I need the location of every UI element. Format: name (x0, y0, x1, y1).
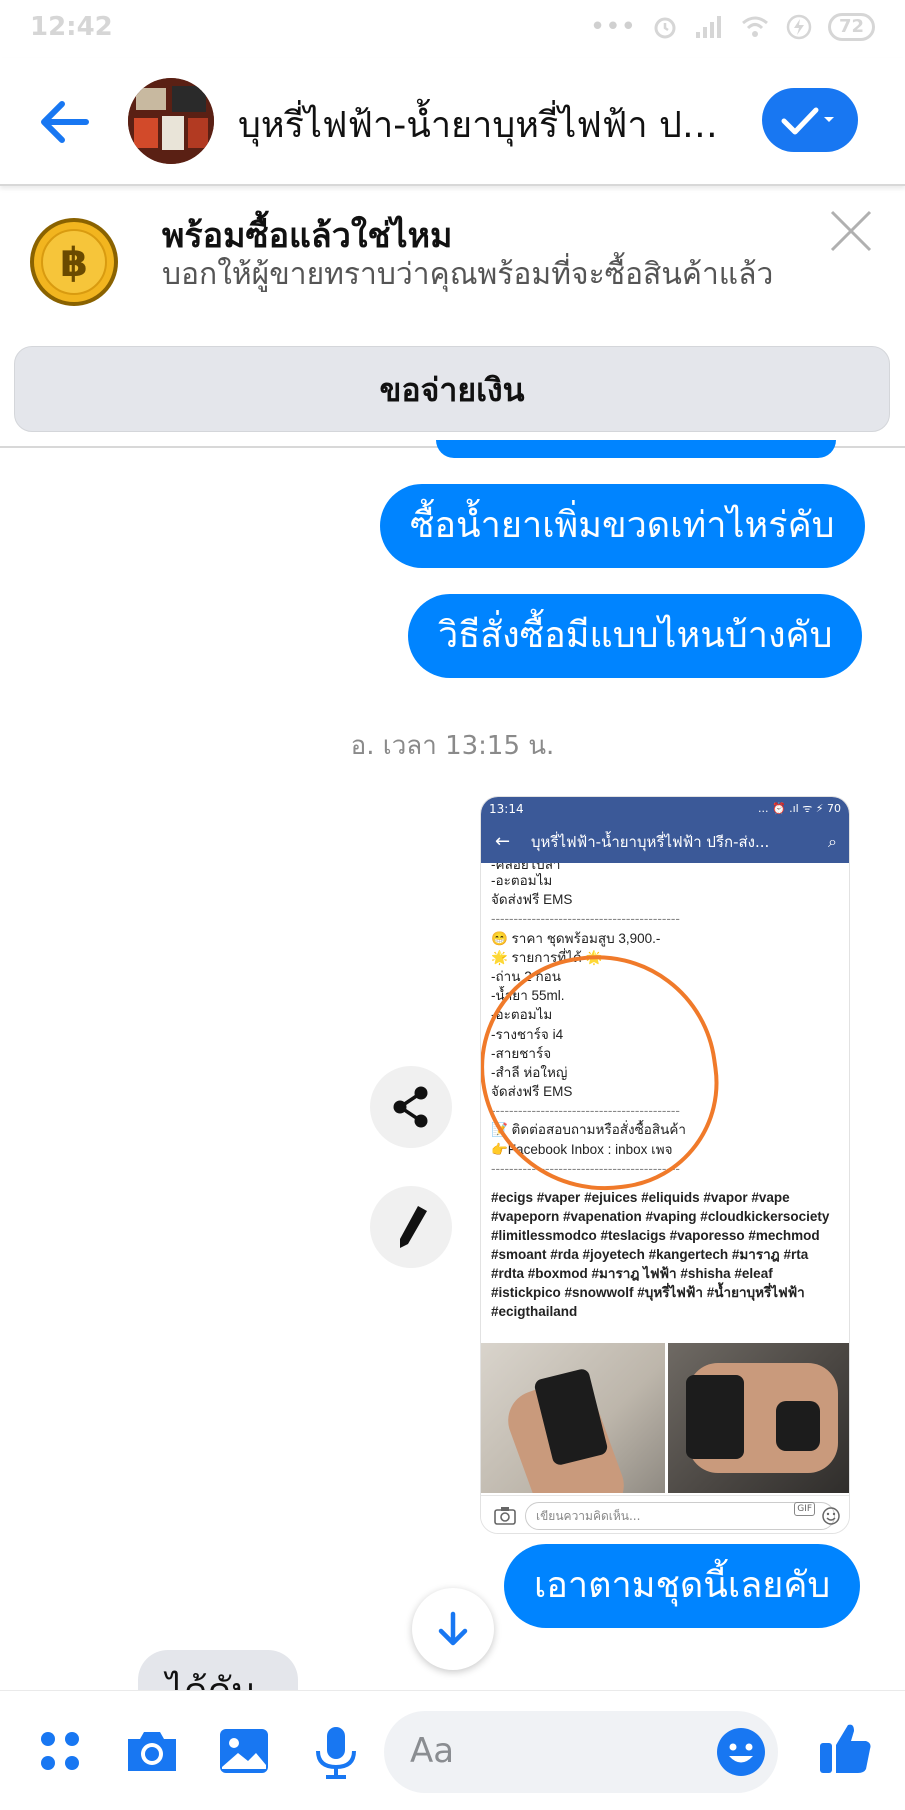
close-icon (830, 210, 872, 252)
share-icon (393, 1086, 428, 1128)
message-composer: Aa (0, 1690, 905, 1810)
camera-icon (128, 1732, 176, 1771)
post-line: -อะตอมไม (491, 873, 553, 888)
sent-message[interactable]: เอาตามชุดนี้เลยคับ (504, 1544, 861, 1628)
back-arrow-icon (41, 101, 89, 143)
attachment-status-bar: 13:14 ... ⏰ .ıl ᯤ ⚡ 70 (481, 797, 849, 821)
ready-to-buy-banner: ฿ พร้อมซื้อแล้วใช่ไหม บอกให้ผู้ขายทราบว่… (0, 188, 905, 448)
attachment-post-text: -คลอยโบลา -อะตอมไม จัดส่งฟรี EMS -------… (481, 863, 849, 1207)
conversation-header: บุหรี่ไฟฟ้า-น้ำยาบุหรี่ไฟฟ้า ปรี... (0, 58, 905, 186)
emoji-icon (717, 1728, 765, 1776)
post-line: 😁 ราคา ชุดพร้อมสูบ 3,900.- (491, 930, 661, 946)
screenshot-attachment[interactable]: 13:14 ... ⏰ .ıl ᯤ ⚡ 70 ← บุหรี่ไฟฟ้า-น้ำ… (480, 796, 850, 1534)
sent-message[interactable]: วิธีสั่งซื้อมีแบบไหนบ้างคับ (408, 594, 863, 678)
request-payment-button[interactable]: ขอจ่ายเงิน (14, 346, 890, 432)
voice-button[interactable] (306, 1721, 366, 1781)
banner-description: บอกให้ผู้ขายทราบว่าคุณพร้อมที่จะซื้อสินค… (162, 257, 774, 292)
mark-done-button[interactable] (762, 88, 858, 152)
charging-icon (786, 14, 812, 40)
more-dots-icon: ••• (589, 12, 636, 42)
message-timestamp: อ. เวลา 13:15 น. (350, 731, 555, 761)
alarm-icon (654, 17, 676, 39)
image-icon (220, 1729, 268, 1773)
message-input[interactable]: Aa (384, 1711, 778, 1793)
post-divider: ----------------------------------------… (491, 911, 680, 927)
check-icon (781, 107, 834, 135)
like-button[interactable] (816, 1717, 876, 1777)
post-line: -คลอยโบลา (491, 863, 561, 871)
back-button[interactable] (34, 92, 94, 152)
vape-device-photo (667, 1343, 849, 1493)
status-bar: 12:42 ••• 72 (0, 0, 905, 58)
status-icons: ••• 72 (590, 12, 875, 42)
signal-icon (695, 16, 721, 38)
sent-message[interactable]: ซื้อน้ำยาเพิ่มขวดเท่าไหร่คับ (380, 484, 865, 568)
post-line: จัดส่งฟรี EMS (491, 892, 573, 908)
attachment-camera-icon (494, 1507, 516, 1525)
vape-device-photo (481, 1343, 665, 1493)
page-title[interactable]: บุหรี่ไฟฟ้า-น้ำยาบุหรี่ไฟฟ้า ปรี... (238, 96, 718, 153)
more-actions-button[interactable] (32, 1721, 92, 1781)
edit-button[interactable] (370, 1186, 452, 1268)
post-photos (481, 1343, 849, 1493)
attachment-back-arrow-icon: ← (495, 831, 511, 852)
attachment-search-icon: ⌕ (828, 832, 837, 851)
emoji-button[interactable] (714, 1725, 768, 1779)
attachment-status-icons: ... ⏰ .ıl ᯤ ⚡ 70 (757, 802, 841, 815)
attachment-comment-input: เขียนความคิดเห็น... (525, 1502, 835, 1530)
banner-title: พร้อมซื้อแล้วใช่ไหม (162, 216, 453, 256)
scroll-to-bottom-button[interactable] (412, 1588, 494, 1670)
post-line: 🌟 รายการที่ได้ 🌟 (491, 949, 603, 965)
microphone-icon (316, 1727, 356, 1779)
message-input-placeholder: Aa (410, 1731, 455, 1771)
attachment-nav-bar: ← บุหรี่ไฟฟ้า-น้ำยาบุหรี่ไฟฟ้า ปรีก-ส่ง.… (481, 821, 849, 863)
attachment-gif-icon: GIF (794, 1502, 815, 1516)
partial-message-bubble (436, 440, 836, 458)
chevron-down-icon (824, 117, 834, 122)
gallery-button[interactable] (214, 1721, 274, 1781)
wifi-icon (741, 16, 768, 37)
page-avatar[interactable] (128, 78, 214, 164)
baht-coin-icon: ฿ (28, 216, 120, 308)
attachment-comment-bar: เขียนความคิดเห็น... GIF (481, 1495, 849, 1533)
attachment-nav-title: บุหรี่ไฟฟ้า-น้ำยาบุหรี่ไฟฟ้า ปรีก-ส่ง... (531, 833, 770, 851)
battery-indicator: 72 (827, 13, 875, 41)
close-banner-button[interactable] (828, 208, 874, 254)
svg-text:฿: ฿ (60, 240, 88, 286)
avatar-image (128, 78, 214, 164)
thumbs-up-icon (820, 1724, 871, 1773)
attachment-status-time: 13:14 (489, 802, 524, 816)
status-time: 12:42 (30, 12, 113, 42)
share-button[interactable] (370, 1066, 452, 1148)
arrow-down-icon (438, 1611, 468, 1646)
menu-dots-icon (41, 1732, 79, 1770)
camera-button[interactable] (122, 1721, 182, 1781)
post-hashtags: #ecigs #vaper #ejuices #eliquids #vapor … (491, 1190, 830, 1319)
pencil-icon (400, 1206, 427, 1248)
attachment-emoji-icon (822, 1507, 840, 1525)
